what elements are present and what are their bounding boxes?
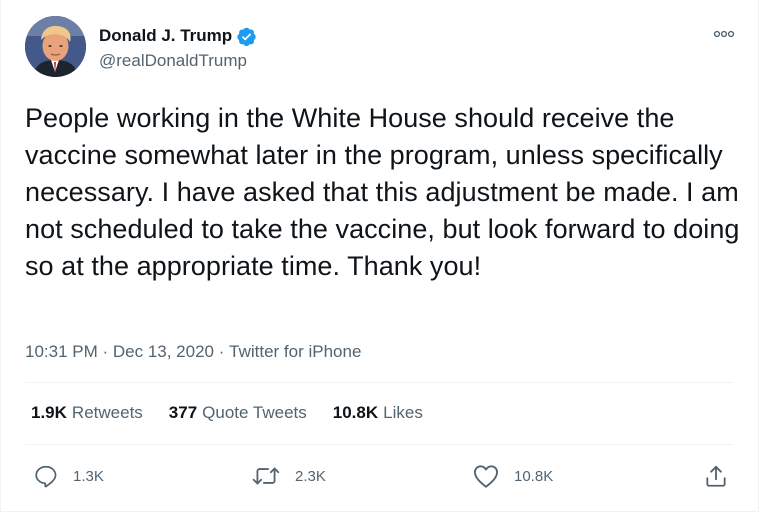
like-button[interactable]: 10.8K [472,456,553,496]
reply-icon [33,463,59,489]
retweets-stat[interactable]: 1.9K Retweets [31,403,143,423]
reply-count: 1.3K [73,467,104,485]
tweet-date[interactable]: Dec 13, 2020 [113,342,214,362]
avatar-image [25,16,86,77]
divider [25,382,734,383]
likes-label: Likes [383,403,423,422]
retweets-label: Retweets [71,403,143,422]
verified-badge-icon [236,26,257,47]
share-icon [703,463,729,489]
action-bar: 1.3K 2.3K 10.8K [25,456,734,496]
tweet-header: Donald J. Trump @realDonaldTrump [25,14,738,80]
user-names: Donald J. Trump @realDonaldTrump [99,24,257,71]
tweet-meta: 10:31 PM · Dec 13, 2020 · Twitter for iP… [25,342,361,362]
like-count: 10.8K [514,467,554,485]
retweet-icon [251,463,281,489]
display-name-row: Donald J. Trump [99,24,257,48]
more-dots-icon[interactable] [710,24,738,44]
retweet-button[interactable]: 2.3K [251,456,326,496]
divider [25,444,734,445]
user-handle[interactable]: @realDonaldTrump [99,51,257,71]
quote-tweets-stat[interactable]: 377 Quote Tweets [169,403,307,423]
meta-separator: · [97,342,113,361]
avatar[interactable] [25,16,86,77]
tweet-time[interactable]: 10:31 PM [25,342,98,362]
quote-tweets-label: Quote Tweets [202,403,307,422]
likes-stat[interactable]: 10.8K Likes [333,403,423,423]
retweet-count: 2.3K [295,467,326,485]
tweet-text: People working in the White House should… [25,103,740,281]
tweet-stats: 1.9K Retweets 377 Quote Tweets 10.8K Lik… [31,403,449,423]
tweet-source[interactable]: Twitter for iPhone [229,342,361,362]
tweet-card: Donald J. Trump @realDonaldTrump People … [0,0,759,512]
meta-separator: · [214,342,230,361]
quote-tweets-count: 377 [168,403,198,422]
heart-icon [472,463,500,489]
likes-count: 10.8K [332,403,379,422]
display-name[interactable]: Donald J. Trump [99,26,232,46]
retweets-count: 1.9K [31,403,67,422]
reply-button[interactable]: 1.3K [33,456,104,496]
share-button[interactable] [703,456,729,496]
